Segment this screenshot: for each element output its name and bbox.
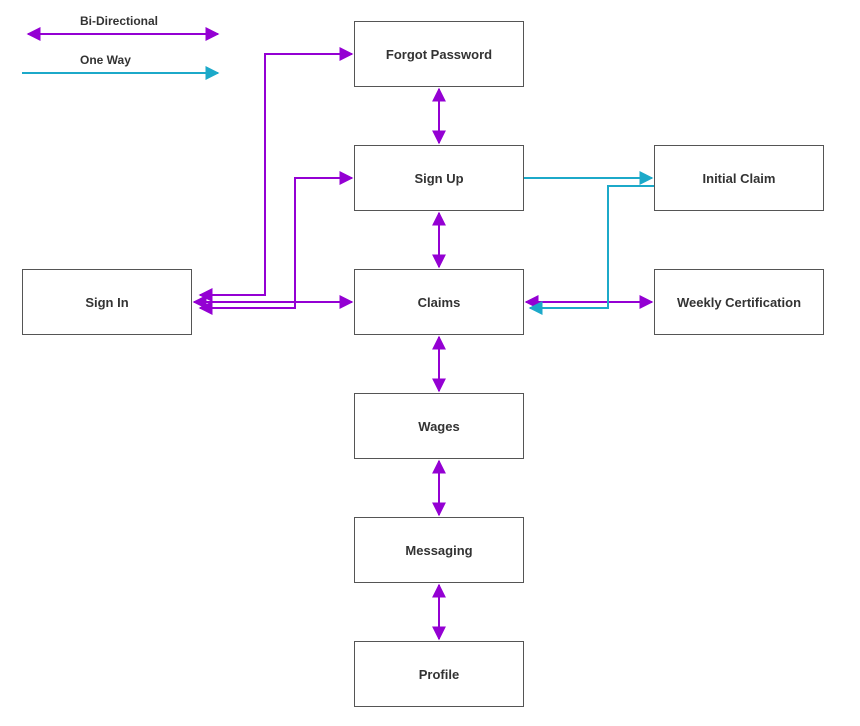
node-initial-claim: Initial Claim — [654, 145, 824, 211]
node-profile: Profile — [354, 641, 524, 707]
node-forgot-password: Forgot Password — [354, 21, 524, 87]
node-claims: Claims — [354, 269, 524, 335]
node-label: Weekly Certification — [677, 295, 801, 310]
connectors — [0, 0, 860, 726]
node-label: Sign In — [85, 295, 128, 310]
node-sign-in: Sign In — [22, 269, 192, 335]
edge-initial-claims — [530, 186, 654, 308]
legend-oneway-label: One Way — [80, 53, 131, 67]
node-label: Sign Up — [414, 171, 463, 186]
node-label: Wages — [418, 419, 459, 434]
edge-signin-forgot — [200, 54, 352, 295]
edge-signin-signup — [200, 178, 352, 308]
node-wages: Wages — [354, 393, 524, 459]
node-label: Profile — [419, 667, 459, 682]
node-weekly-certification: Weekly Certification — [654, 269, 824, 335]
node-messaging: Messaging — [354, 517, 524, 583]
node-label: Forgot Password — [386, 47, 492, 62]
node-label: Claims — [418, 295, 461, 310]
node-label: Initial Claim — [703, 171, 776, 186]
node-sign-up: Sign Up — [354, 145, 524, 211]
legend-bidirectional-label: Bi-Directional — [80, 14, 158, 28]
node-label: Messaging — [405, 543, 472, 558]
